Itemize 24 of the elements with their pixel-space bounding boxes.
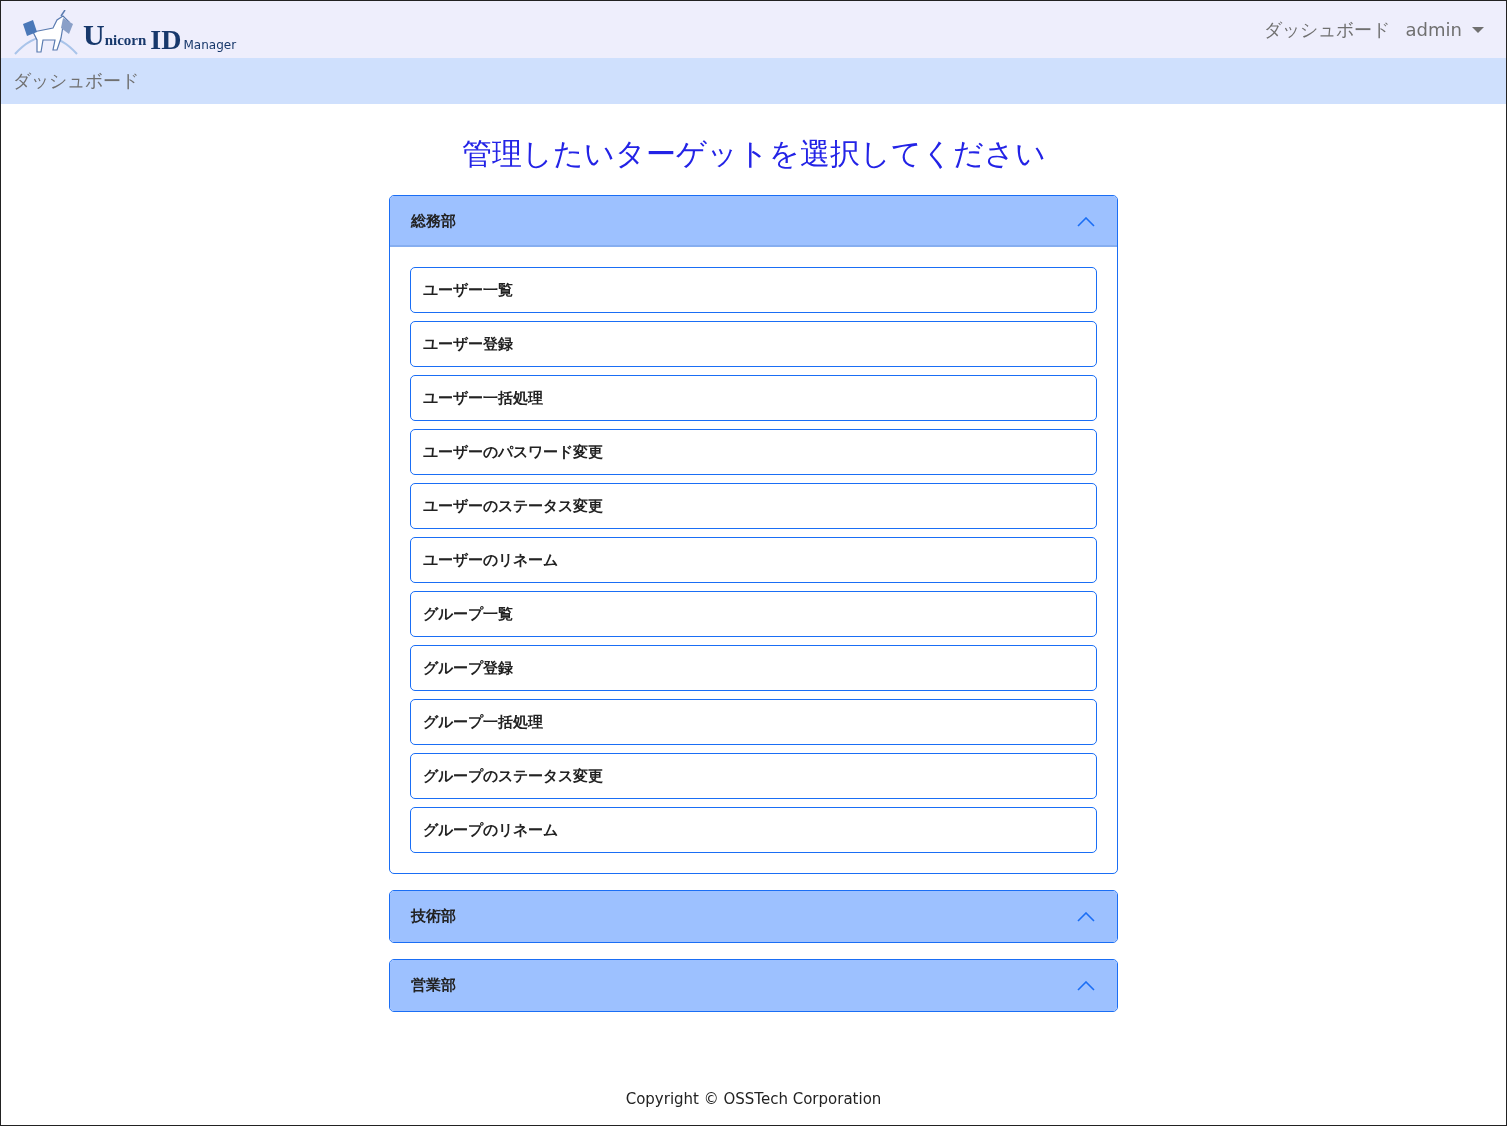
menu-item[interactable]: グループのリネーム <box>410 807 1097 853</box>
unicorn-icon <box>13 9 79 56</box>
logo[interactable]: UnicornID Manager <box>13 3 237 56</box>
menu-item[interactable]: グループ登録 <box>410 645 1097 691</box>
user-menu[interactable]: admin <box>1405 19 1484 40</box>
breadcrumb: ダッシュボード <box>13 69 139 93</box>
accordion-header[interactable]: 技術部 <box>390 891 1117 942</box>
accordion-header[interactable]: 営業部 <box>390 960 1117 1011</box>
menu-item[interactable]: ユーザー登録 <box>410 321 1097 367</box>
menu-item[interactable]: グループ一覧 <box>410 591 1097 637</box>
chevron-up-icon <box>1077 216 1095 227</box>
nav-link[interactable]: ダッシュボード <box>1263 17 1390 42</box>
accordion-header[interactable]: 総務部 <box>390 196 1117 247</box>
menu-item[interactable]: ユーザーのリネーム <box>410 537 1097 583</box>
menu-item[interactable]: グループ一括処理 <box>410 699 1097 745</box>
menu-item[interactable]: ユーザー一括処理 <box>410 375 1097 421</box>
copyright-text: Copyright © OSSTech Corporation <box>625 1090 882 1108</box>
menu-item[interactable]: ユーザーのステータス変更 <box>410 483 1097 529</box>
menu-item[interactable]: グループのステータス変更 <box>410 753 1097 799</box>
menu-item[interactable]: ユーザー一覧 <box>410 267 1097 313</box>
menu-item[interactable]: ユーザーのパスワード変更 <box>410 429 1097 475</box>
page-heading: 管理したいターゲットを選択してください <box>461 135 1046 173</box>
chevron-up-icon <box>1077 980 1095 991</box>
chevron-up-icon <box>1077 911 1095 922</box>
